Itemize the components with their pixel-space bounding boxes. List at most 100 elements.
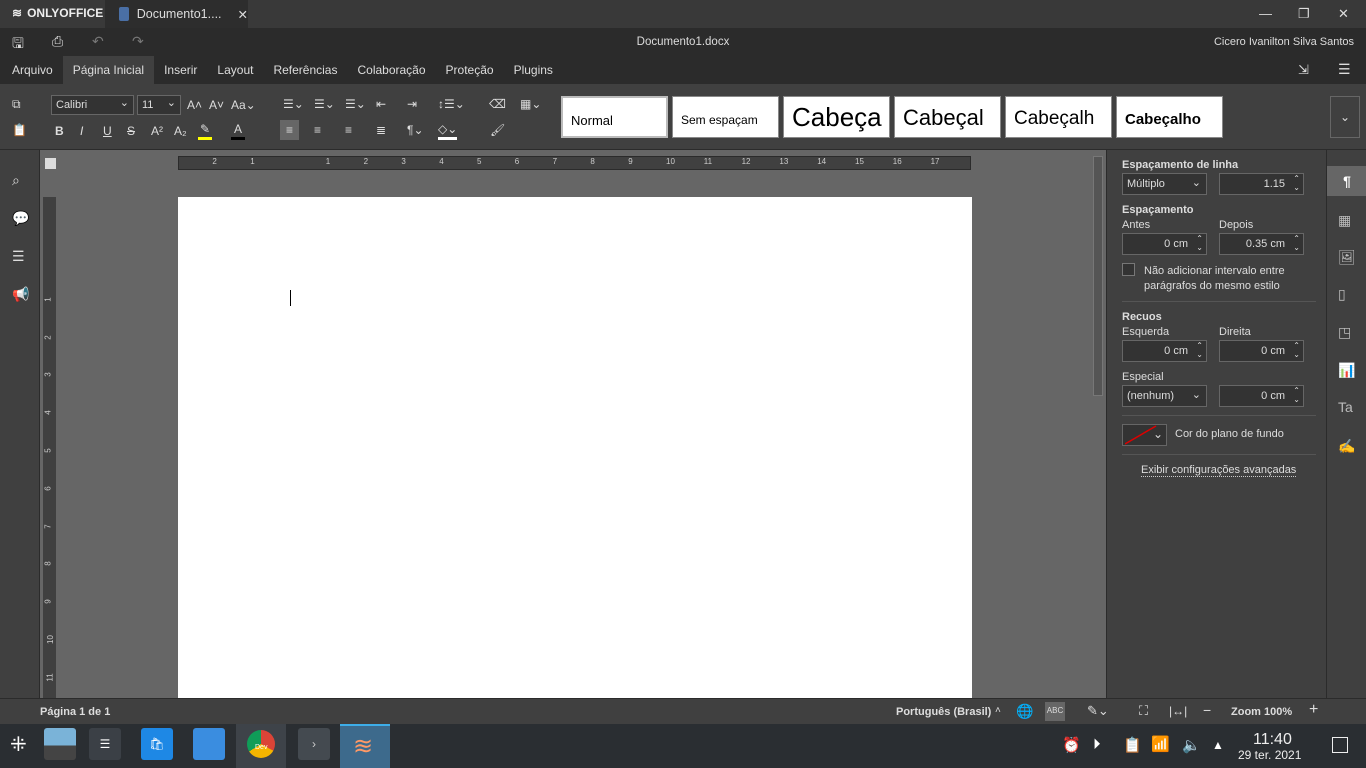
- tab-plugins[interactable]: Plugins: [504, 56, 563, 84]
- line-spacing-mode-select[interactable]: Múltiplo: [1122, 173, 1207, 195]
- advanced-settings-link[interactable]: Exibir configurações avançadas: [1141, 464, 1297, 477]
- style-heading-4[interactable]: Cabeçalho: [1116, 96, 1223, 138]
- tab-colaboracao[interactable]: Colaboração: [347, 56, 435, 84]
- font-name-select[interactable]: Calibri: [51, 95, 134, 115]
- clear-style-icon[interactable]: ⌫: [489, 96, 506, 112]
- language-select[interactable]: Português (Brasil): [896, 706, 991, 718]
- strikethrough-icon[interactable]: S: [127, 123, 135, 139]
- numbering-icon[interactable]: ☰⌄: [314, 96, 335, 112]
- search-icon[interactable]: ⌕: [12, 172, 20, 189]
- signature-icon[interactable]: ✍: [1338, 438, 1355, 455]
- copy-style-icon[interactable]: 🖌: [490, 122, 505, 138]
- shape-settings-icon[interactable]: ◳: [1338, 324, 1351, 341]
- style-heading-1[interactable]: Cabeça: [783, 96, 890, 138]
- italic-icon[interactable]: I: [80, 123, 83, 139]
- terminal-app-icon[interactable]: ›: [298, 728, 330, 760]
- hamburger-menu-icon[interactable]: ☰: [1338, 61, 1351, 78]
- show-desktop-icon[interactable]: [1332, 737, 1348, 753]
- spellcheck-icon[interactable]: ABC: [1045, 702, 1065, 721]
- style-normal[interactable]: Normal: [561, 96, 668, 138]
- minimize-icon[interactable]: —: [1259, 6, 1272, 21]
- indent-left-input[interactable]: 0 cm: [1122, 340, 1207, 362]
- desktop-pager[interactable]: [44, 728, 76, 760]
- shading-icon[interactable]: ◇⌄: [438, 121, 458, 140]
- increase-font-icon[interactable]: A˄: [187, 97, 202, 113]
- volume-icon[interactable]: 🔈: [1182, 736, 1201, 754]
- tab-referencias[interactable]: Referências: [263, 56, 347, 84]
- tab-inserir[interactable]: Inserir: [154, 56, 207, 84]
- textart-settings-icon[interactable]: Ta: [1338, 399, 1353, 415]
- justify-icon[interactable]: ≣: [376, 122, 386, 138]
- style-heading-3[interactable]: Cabeçalh: [1005, 96, 1112, 138]
- highlight-icon[interactable]: ✎: [198, 121, 212, 140]
- style-no-spacing[interactable]: Sem espaçam: [672, 96, 779, 138]
- decrease-indent-icon[interactable]: ⇤: [376, 96, 386, 112]
- image-settings-icon[interactable]: 🖼: [1338, 249, 1356, 266]
- clock-time[interactable]: 11:40: [1253, 731, 1292, 749]
- zoom-in-icon[interactable]: +: [1309, 701, 1318, 719]
- tab-pagina-inicial[interactable]: Página Inicial: [62, 56, 155, 84]
- spacing-before-input[interactable]: 0 cm: [1122, 233, 1207, 255]
- track-changes-icon[interactable]: ✎⌄: [1087, 703, 1109, 719]
- app-launcher-icon[interactable]: ⁜: [10, 732, 27, 757]
- table-settings-icon[interactable]: ▦: [1338, 212, 1351, 229]
- horizontal-ruler[interactable]: 2 1 1 2 3 4 5 6 7 8 9 10 11 12 13 14 15 16 17: [178, 156, 971, 170]
- clipboard-icon[interactable]: 📋: [1123, 736, 1142, 754]
- onlyoffice-logo[interactable]: ≋ ONLYOFFICE: [12, 6, 103, 20]
- globe-icon[interactable]: 🌐: [1016, 703, 1033, 720]
- indent-right-input[interactable]: 0 cm: [1219, 340, 1304, 362]
- close-tab-icon[interactable]: ✕: [238, 7, 248, 22]
- vertical-scrollbar[interactable]: [1092, 156, 1104, 698]
- open-location-icon[interactable]: ⇲: [1298, 62, 1309, 78]
- spacing-after-input[interactable]: 0.35 cm: [1219, 233, 1304, 255]
- subscript-icon[interactable]: A₂: [174, 123, 187, 139]
- clock-date[interactable]: 29 ter. 2021: [1238, 748, 1301, 762]
- close-window-icon[interactable]: ✕: [1338, 6, 1349, 22]
- align-left-icon[interactable]: ≡: [280, 120, 299, 140]
- media-player-icon[interactable]: ⏵: [1093, 736, 1101, 753]
- special-indent-select[interactable]: (nenhum): [1122, 385, 1207, 407]
- page-count[interactable]: Página 1 de 1: [40, 706, 110, 718]
- copy-icon[interactable]: ⧉: [12, 96, 21, 112]
- color-scheme-icon[interactable]: ▦⌄: [520, 96, 541, 112]
- paragraph-settings-icon[interactable]: ¶: [1327, 166, 1366, 196]
- navigation-icon[interactable]: ☰: [12, 248, 25, 265]
- multilevel-list-icon[interactable]: ☰⌄: [345, 96, 366, 112]
- tray-expand-icon[interactable]: ▲: [1212, 738, 1224, 752]
- bold-icon[interactable]: B: [55, 123, 64, 139]
- background-color-button[interactable]: ⌄: [1122, 424, 1167, 446]
- wifi-icon[interactable]: 📶: [1151, 735, 1170, 753]
- tab-arquivo[interactable]: Arquivo: [2, 56, 63, 84]
- align-right-icon[interactable]: ≡: [345, 122, 352, 138]
- align-center-icon[interactable]: ≡: [314, 122, 321, 138]
- document-page[interactable]: [178, 197, 972, 698]
- chevron-up-icon[interactable]: ˄: [995, 705, 1001, 716]
- increase-indent-icon[interactable]: ⇥: [407, 96, 417, 112]
- fit-width-icon[interactable]: |↔|: [1169, 704, 1187, 718]
- tab-protecao[interactable]: Proteção: [436, 56, 504, 84]
- decrease-font-icon[interactable]: A˅: [209, 97, 224, 113]
- restore-icon[interactable]: ❐: [1298, 6, 1310, 22]
- font-size-select[interactable]: 11: [137, 95, 181, 115]
- zoom-out-icon[interactable]: −: [1203, 702, 1211, 718]
- store-app-icon[interactable]: 🛍: [141, 728, 173, 760]
- comments-icon[interactable]: 💬: [12, 210, 29, 227]
- tab-stop-selector[interactable]: [45, 158, 56, 169]
- settings-app-icon[interactable]: ☰: [89, 728, 121, 760]
- chart-settings-icon[interactable]: 📊: [1338, 362, 1355, 379]
- font-color-icon[interactable]: A: [231, 121, 245, 140]
- chrome-dev-task[interactable]: Dev: [236, 724, 286, 768]
- paragraph-marks-icon[interactable]: ¶⌄: [407, 122, 424, 138]
- user-name[interactable]: Cicero Ivanilton Silva Santos: [1214, 36, 1354, 48]
- vertical-ruler[interactable]: 1 2 3 4 5 6 7 8 9 10 11: [43, 197, 56, 698]
- scrollbar-thumb[interactable]: [1093, 156, 1103, 396]
- paste-icon[interactable]: 📋: [12, 122, 27, 138]
- document-tab[interactable]: Documento1.... ✕: [105, 0, 248, 28]
- underline-icon[interactable]: U: [103, 123, 112, 139]
- feedback-icon[interactable]: 📢: [12, 286, 29, 303]
- no-interval-checkbox[interactable]: [1122, 263, 1135, 276]
- style-heading-2[interactable]: Cabeçal: [894, 96, 1001, 138]
- change-case-icon[interactable]: Aa⌄: [231, 97, 256, 113]
- tab-layout[interactable]: Layout: [207, 56, 263, 84]
- alarm-icon[interactable]: ⏰: [1062, 736, 1081, 754]
